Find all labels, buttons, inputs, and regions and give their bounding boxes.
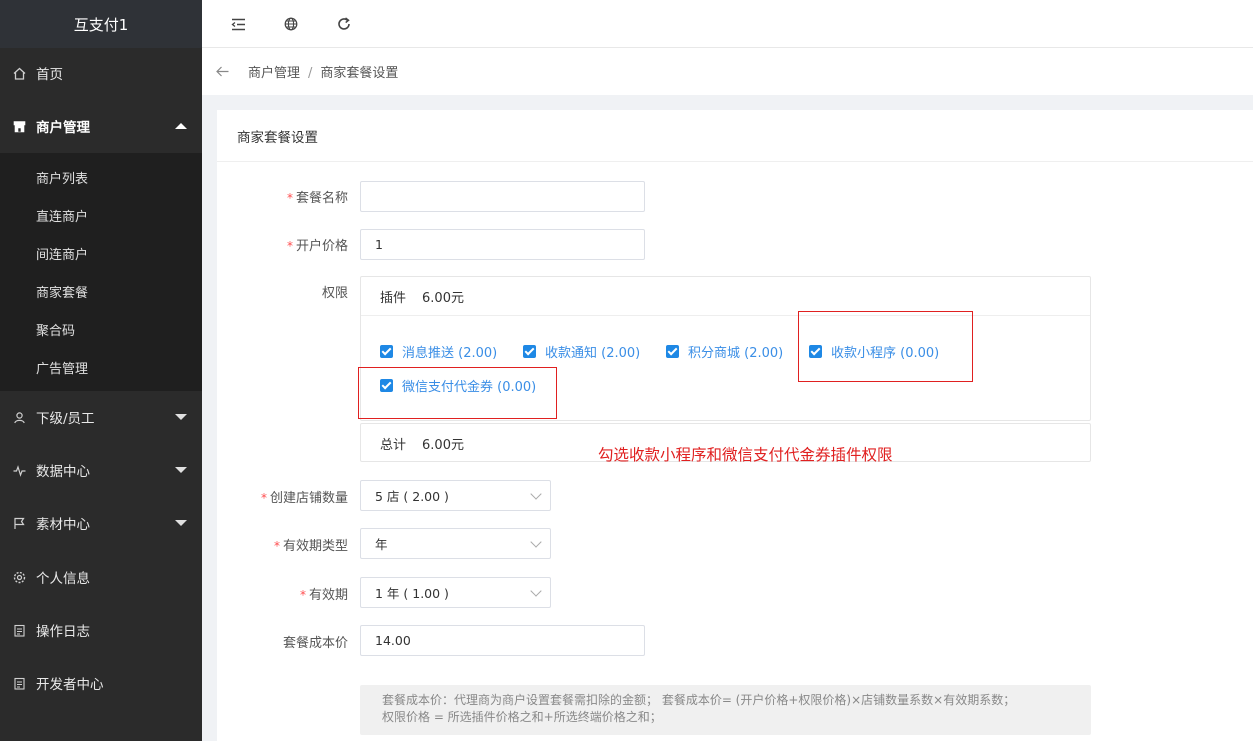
document-icon (12, 676, 26, 690)
submenu-item-merchant-list[interactable]: 商户列表 (36, 168, 88, 187)
user-icon (12, 410, 26, 424)
sidebar-item-label: 下级/员工 (36, 411, 95, 427)
cost-price-input[interactable]: 14.00 (360, 625, 645, 656)
permissions-label: 权限 (321, 286, 348, 301)
sidebar-item-logs[interactable]: 操作日志 (0, 607, 202, 653)
cost-note: 套餐成本价：代理商为商户设置套餐需扣除的金额； 套餐成本价= (开户价格+权限价… (360, 685, 1091, 735)
open-price-label: * 开户价格 (286, 239, 348, 254)
total-label: 总计 (380, 438, 407, 453)
cost-note-line-2: 权限价格 = 所选插件价格之和+所选终端价格之和； (382, 710, 662, 724)
sidebar-item-developer[interactable]: 开发者中心 (0, 660, 202, 706)
chevron-down-icon (175, 414, 187, 420)
refresh-icon[interactable] (334, 14, 354, 34)
sidebar-item-label: 开发者中心 (36, 677, 104, 693)
shop-icon (12, 119, 26, 133)
sidebar: 互支付1 首页 商户管理 商户列表 直连商户 间连商户 商家套餐 聚合码 广告管… (0, 0, 202, 741)
sidebar-item-label: 商户管理 (36, 120, 90, 136)
app-title: 互支付1 (0, 0, 202, 48)
checkbox-message-push[interactable]: 消息推送 (2.00) (380, 342, 497, 361)
sidebar-item-merchant[interactable]: 商户管理 (0, 103, 202, 149)
chevron-down-icon (530, 536, 542, 548)
chevron-down-icon (530, 488, 542, 500)
sidebar-item-material[interactable]: 素材中心 (0, 500, 202, 546)
checkbox-checked-icon (666, 345, 679, 358)
chevron-up-icon (175, 123, 187, 129)
validity-type-value: 年 (375, 537, 388, 552)
plugin-header: 插件 6.00元 (361, 277, 1090, 316)
plugin-label: 插件 (380, 290, 407, 306)
chevron-down-icon (175, 520, 187, 526)
highlight-box-wechat-voucher (358, 367, 557, 419)
checkbox-points-mall[interactable]: 积分商城 (2.00) (666, 342, 783, 361)
validity-select[interactable]: 1 年 ( 1.00 ) (360, 577, 551, 608)
sidebar-item-label: 操作日志 (36, 624, 90, 640)
breadcrumb-current: 商家套餐设置 (320, 66, 399, 81)
validity-type-select[interactable]: 年 (360, 528, 551, 559)
chevron-down-icon (530, 585, 542, 597)
checkbox-checked-icon (380, 345, 393, 358)
menu-fold-icon[interactable] (228, 14, 248, 34)
submenu-item-direct-merchant[interactable]: 直连商户 (36, 206, 88, 225)
checkbox-checked-icon (523, 345, 536, 358)
activity-icon (12, 463, 26, 477)
cost-price-label: 套餐成本价 (282, 636, 348, 651)
sidebar-item-label: 数据中心 (36, 464, 90, 480)
flag-icon (12, 516, 26, 530)
submenu-item-ads[interactable]: 广告管理 (36, 358, 88, 377)
submenu-item-indirect-merchant[interactable]: 间连商户 (36, 244, 88, 263)
card-title: 商家套餐设置 (217, 110, 1253, 162)
breadcrumb-path: 商户管理 / 商家套餐设置 (248, 62, 398, 81)
submenu-item-qr-code[interactable]: 聚合码 (36, 320, 75, 339)
store-count-label: * 创建店铺数量 (260, 491, 348, 506)
plugin-price: 6.00元 (422, 290, 464, 306)
package-name-input[interactable] (360, 181, 645, 212)
document-icon (12, 623, 26, 637)
sidebar-item-profile[interactable]: 个人信息 (0, 554, 202, 600)
validity-label: * 有效期 (299, 588, 348, 603)
submenu-item-merchant-package[interactable]: 商家套餐 (36, 282, 88, 301)
store-count-select[interactable]: 5 店 ( 2.00 ) (360, 480, 551, 511)
checkbox-payment-notice[interactable]: 收款通知 (2.00) (523, 342, 640, 361)
breadcrumb: 商户管理 / 商家套餐设置 (202, 48, 1253, 95)
sidebar-item-home[interactable]: 首页 (0, 50, 202, 96)
chevron-down-icon (175, 467, 187, 473)
validity-type-label: * 有效期类型 (273, 539, 348, 554)
merchant-submenu: 商户列表 直连商户 间连商户 商家套餐 聚合码 广告管理 (0, 153, 202, 391)
gear-icon (12, 570, 26, 584)
breadcrumb-separator: / (308, 66, 313, 81)
highlight-box-mini-program (798, 311, 973, 382)
globe-icon[interactable] (281, 14, 301, 34)
topbar (202, 0, 1253, 48)
store-count-value: 5 店 ( 2.00 ) (375, 489, 449, 504)
back-arrow-icon[interactable] (216, 63, 229, 81)
sidebar-item-label: 素材中心 (36, 517, 90, 533)
package-name-label: * 套餐名称 (286, 191, 348, 206)
total-price: 6.00元 (422, 438, 464, 453)
sidebar-item-staff[interactable]: 下级/员工 (0, 394, 202, 440)
breadcrumb-parent[interactable]: 商户管理 (248, 66, 300, 81)
cost-note-line-1: 套餐成本价：代理商为商户设置套餐需扣除的金额； 套餐成本价= (开户价格+权限价… (382, 693, 1016, 707)
validity-value: 1 年 ( 1.00 ) (375, 586, 449, 601)
sidebar-item-label: 个人信息 (36, 571, 90, 587)
sidebar-item-data-center[interactable]: 数据中心 (0, 447, 202, 493)
open-price-input[interactable]: 1 (360, 229, 645, 260)
home-icon (12, 66, 26, 80)
annotation-text: 勾选收款小程序和微信支付代金券插件权限 (598, 446, 893, 464)
sidebar-item-label: 首页 (36, 67, 63, 83)
